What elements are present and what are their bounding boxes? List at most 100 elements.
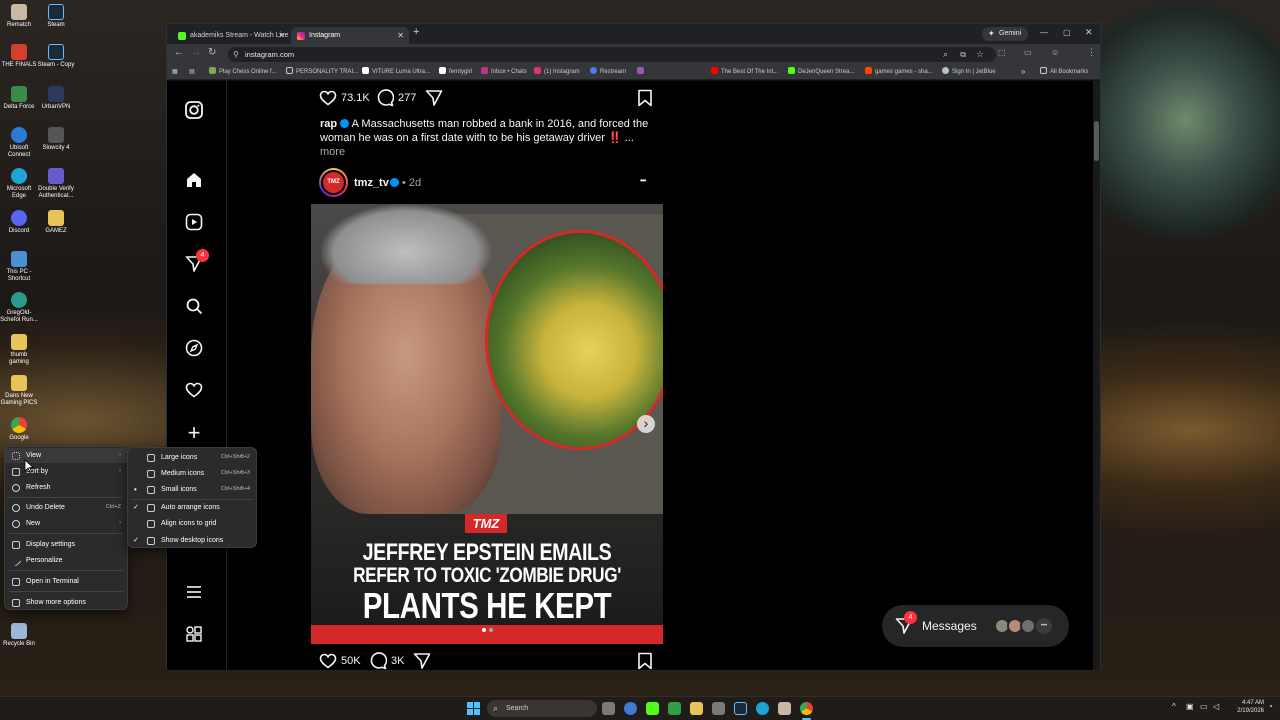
bookmark-folder-icon[interactable]: ▤: [189, 64, 195, 80]
minimize-button[interactable]: —: [1040, 28, 1048, 37]
install-app-icon[interactable]: ⧉: [960, 47, 966, 62]
volume-icon[interactable]: ◁: [1213, 702, 1219, 711]
gemini-button[interactable]: ✦ Gemini: [982, 27, 1028, 41]
menu-item-undo-delete[interactable]: Undo Delete Ctrl+Z: [5, 500, 127, 515]
settings-gear-icon[interactable]: [624, 702, 637, 715]
desktop-icon-rematch[interactable]: Rematch: [0, 4, 38, 29]
bookmark-item[interactable]: DeJenQueen Strea...: [788, 64, 854, 80]
comment-icon[interactable]: [376, 89, 395, 110]
profile-icon[interactable]: ☺: [1051, 48, 1059, 57]
bookmark-item[interactable]: PERSONALITY TRAI...: [286, 64, 358, 80]
post-options-icon[interactable]: •••: [640, 176, 646, 185]
desktop-icon-the-finals[interactable]: THE FINALS: [0, 44, 38, 69]
bookmark-item[interactable]: ferntygirl: [439, 64, 472, 80]
save-bookmark-icon[interactable]: [637, 89, 653, 110]
post-username[interactable]: tmz_tv: [354, 177, 389, 189]
desktop-icon-discord[interactable]: Discord: [0, 210, 38, 235]
desktop-icon-gamez[interactable]: GAMEZ: [37, 210, 75, 235]
desktop-icon-slowcity[interactable]: Slowcity 4: [37, 127, 75, 152]
new-tab-button[interactable]: +: [413, 26, 419, 38]
taskbar-search-box[interactable]: ⌕ Search: [487, 700, 597, 717]
desktop-icon-gregold[interactable]: GregOld-Schefol Run...: [0, 292, 38, 324]
desktop-icon-edge[interactable]: Microsoft Edge: [0, 168, 38, 200]
tray-app-icon[interactable]: ▣: [1186, 702, 1194, 711]
submenu-medium-icons[interactable]: Medium icons Ctrl+Shift+3: [128, 466, 256, 481]
desktop-icon-doubleverify[interactable]: Double Verify Authenticat...: [37, 168, 75, 200]
menu-item-display-settings[interactable]: Display settings: [5, 537, 127, 552]
split-view-icon[interactable]: ▭: [1024, 48, 1032, 57]
create-plus-icon[interactable]: +: [184, 422, 204, 444]
network-icon[interactable]: ▭: [1200, 702, 1208, 711]
zoom-icon[interactable]: ⌕: [943, 47, 948, 62]
task-view-icon[interactable]: [602, 702, 615, 715]
menu-item-open-in-terminal[interactable]: Open in Terminal: [5, 574, 127, 589]
bookmark-star-icon[interactable]: ☆: [976, 47, 984, 62]
clock[interactable]: 4:47 AM 2/19/2026: [1228, 699, 1264, 715]
save-bookmark-icon[interactable]: [637, 652, 653, 670]
submenu-show-desktop-icons[interactable]: ✓ Show desktop icons: [128, 533, 256, 548]
extensions-icon[interactable]: ⬚: [998, 48, 1006, 57]
avatar[interactable]: TMZ: [319, 168, 348, 197]
start-windows-icon[interactable]: [467, 702, 480, 715]
desktop-icon-delta-force[interactable]: Delta Force: [0, 86, 38, 111]
more-link[interactable]: more: [320, 146, 345, 158]
menu-item-personalize[interactable]: Personalize: [5, 553, 127, 568]
reload-button[interactable]: ↻: [208, 47, 216, 58]
desktop-icon-steam-copy[interactable]: Steam - Copy: [37, 44, 75, 69]
instagram-logo-icon[interactable]: [184, 101, 204, 121]
share-icon[interactable]: [413, 652, 431, 670]
desktop-icon-google[interactable]: Google: [0, 417, 38, 442]
desktop-icon-dans-new-gaming-pics[interactable]: Dans New Gaming PICS: [0, 375, 38, 407]
bookmark-item[interactable]: Restream: [590, 64, 626, 80]
forward-button[interactable]: →: [191, 47, 201, 58]
post-image[interactable]: › TMZ JEFFREY EPSTEIN EMAILS REFER TO TO…: [311, 204, 663, 644]
menu-item-show-more-options[interactable]: Show more options: [5, 595, 127, 610]
menu-item-new[interactable]: New ›: [5, 516, 127, 531]
submenu-small-icons[interactable]: • Small icons Ctrl+Shift+4: [128, 482, 256, 497]
submenu-large-icons[interactable]: Large icons Ctrl+Shift+2: [128, 450, 256, 465]
site-info-icon[interactable]: ⚲: [233, 47, 239, 62]
bookmarks-overflow-icon[interactable]: »: [1021, 64, 1025, 80]
apps-icon[interactable]: ▦: [172, 64, 178, 80]
caption-username[interactable]: rap: [320, 118, 337, 130]
bookmark-item[interactable]: The Best Of The Int...: [711, 64, 778, 80]
submenu-auto-arrange-icons[interactable]: ✓ Auto arrange icons: [128, 500, 256, 515]
browser-menu-icon[interactable]: ⋮: [1087, 47, 1096, 58]
store-icon[interactable]: [712, 702, 725, 715]
close-window-button[interactable]: ✕: [1085, 27, 1093, 38]
like-icon[interactable]: [319, 652, 337, 670]
tab-instagram[interactable]: Instagram ✕: [291, 27, 409, 44]
bookmark-item[interactable]: Sign In | JetBlue: [942, 64, 996, 80]
search-icon[interactable]: [184, 297, 204, 317]
desktop-icon-thumb-gaming[interactable]: thumb gaming: [0, 334, 38, 366]
close-tab-icon[interactable]: ✕: [397, 27, 404, 44]
carousel-next-button[interactable]: ›: [637, 415, 655, 433]
bookmark-item[interactable]: Play Chess Online f...: [209, 64, 277, 80]
tray-overflow-icon[interactable]: ^: [1172, 702, 1176, 711]
comment-icon[interactable]: [369, 652, 388, 670]
menu-item-refresh[interactable]: Refresh: [5, 480, 127, 495]
back-button[interactable]: ←: [174, 47, 184, 58]
submenu-align-icons-to-grid[interactable]: Align icons to grid: [128, 516, 256, 531]
desktop-icon-recycle-bin[interactable]: Recycle Bin: [0, 623, 38, 648]
scrollbar-thumb[interactable]: [1094, 121, 1099, 161]
tab-akademiks[interactable]: akademiks Stream - Watch Live ✕: [172, 27, 290, 44]
kick-taskbar-icon[interactable]: [646, 702, 659, 715]
address-bar[interactable]: ⚲ instagram.com ⌕ ⧉ ☆: [228, 47, 996, 62]
desktop-icon-ubisoft-connect[interactable]: Ubisoft Connect: [0, 127, 38, 159]
desktop-icon-steam[interactable]: Steam: [37, 4, 75, 29]
xbox-icon[interactable]: [668, 702, 681, 715]
bookmark-item[interactable]: [637, 64, 647, 80]
scrollbar[interactable]: [1093, 81, 1100, 670]
bookmark-item[interactable]: games games - sha...: [865, 64, 933, 80]
like-icon[interactable]: [319, 89, 337, 110]
messages-button[interactable]: 4 Messages •••: [882, 605, 1069, 647]
also-from-meta-icon[interactable]: [184, 625, 204, 645]
reels-icon[interactable]: [184, 213, 204, 233]
bookmark-item[interactable]: VITURE Luma Ultra...: [362, 64, 430, 80]
chrome-taskbar-icon[interactable]: [800, 702, 813, 715]
edge-taskbar-icon[interactable]: [756, 702, 769, 715]
bookmark-item[interactable]: (1) Instagram: [534, 64, 580, 80]
notifications-bell-icon[interactable]: ◔: [1268, 702, 1273, 711]
all-bookmarks[interactable]: All Bookmarks: [1040, 64, 1088, 80]
